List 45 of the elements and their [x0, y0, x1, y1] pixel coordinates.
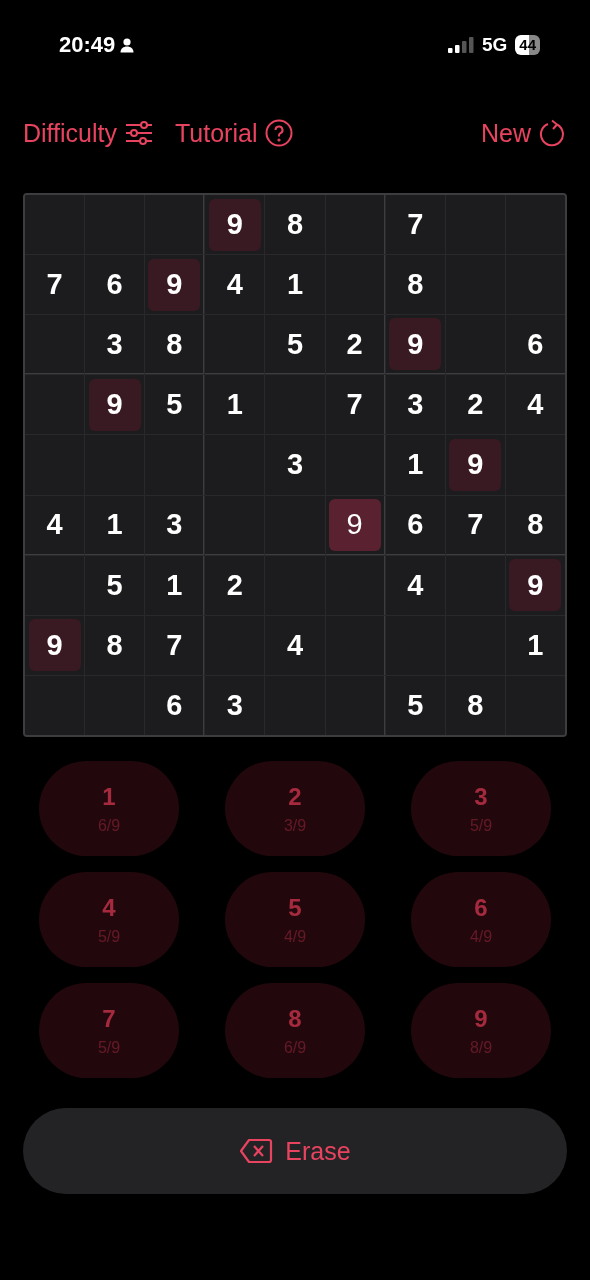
signal-icon: [447, 37, 474, 53]
grid-cell[interactable]: [25, 195, 85, 255]
grid-cell[interactable]: [265, 675, 325, 735]
grid-cell[interactable]: [205, 435, 265, 495]
grid-cell[interactable]: [325, 675, 385, 735]
grid-cell[interactable]: [265, 375, 325, 435]
grid-cell[interactable]: [325, 615, 385, 675]
grid-cell[interactable]: [25, 555, 85, 615]
new-button[interactable]: New: [481, 118, 567, 148]
grid-cell[interactable]: [325, 255, 385, 315]
grid-cell[interactable]: [325, 195, 385, 255]
grid-cell[interactable]: [325, 435, 385, 495]
difficulty-button[interactable]: Difficulty: [23, 118, 153, 148]
grid-cell[interactable]: [205, 315, 265, 375]
tutorial-button[interactable]: Tutorial: [175, 118, 294, 148]
grid-cell[interactable]: [385, 615, 445, 675]
grid-cell[interactable]: [505, 435, 565, 495]
grid-cell[interactable]: [265, 555, 325, 615]
grid-cell[interactable]: [85, 195, 145, 255]
grid-cell[interactable]: [445, 555, 505, 615]
grid-cell[interactable]: [85, 675, 145, 735]
battery-indicator: 44: [515, 35, 540, 55]
sliders-icon: [125, 120, 153, 146]
refresh-icon: [539, 119, 567, 147]
grid-cell[interactable]: [25, 675, 85, 735]
grid-cell[interactable]: [265, 495, 325, 555]
grid-cell[interactable]: [505, 675, 565, 735]
grid-cell[interactable]: [205, 495, 265, 555]
grid-cell[interactable]: [445, 315, 505, 375]
grid-cell[interactable]: [505, 195, 565, 255]
clock: 20:49: [59, 32, 116, 58]
person-icon: [119, 37, 136, 53]
erase-button[interactable]: Erase: [23, 1108, 567, 1194]
grid-cell[interactable]: [505, 255, 565, 315]
grid-cell[interactable]: [445, 195, 505, 255]
grid-cell[interactable]: [145, 195, 205, 255]
grid-cell[interactable]: [25, 315, 85, 375]
delete-icon: [239, 1138, 274, 1164]
grid-cell[interactable]: [25, 435, 85, 495]
help-icon: [265, 119, 294, 147]
grid-cell[interactable]: [205, 615, 265, 675]
grid-cell[interactable]: [25, 375, 85, 435]
grid-cell[interactable]: [145, 435, 205, 495]
network-label: 5G: [481, 34, 508, 56]
grid-cell[interactable]: [325, 555, 385, 615]
